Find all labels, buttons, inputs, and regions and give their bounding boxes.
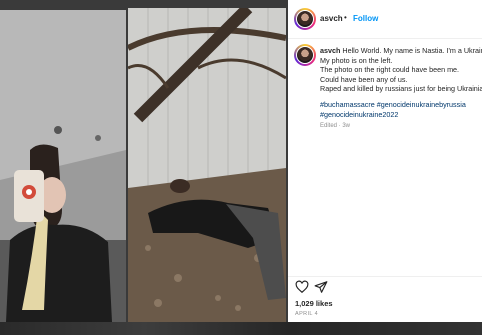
post-media[interactable]	[0, 0, 288, 322]
post-header: asvch • Follow	[288, 0, 482, 39]
post-date: APRIL 4	[295, 311, 319, 317]
heart-icon[interactable]	[295, 280, 309, 294]
actions-bar: 1,029 likes APRIL 4	[288, 276, 482, 323]
photo-right-scene	[128, 8, 286, 322]
edited-timestamp: Edited · 3w	[320, 123, 351, 129]
separator-dot: •	[344, 13, 347, 22]
header-username[interactable]: asvch	[320, 14, 343, 23]
post-side-panel: asvch • Follow asvch Hello World. My nam…	[288, 0, 482, 322]
instagram-post: asvch • Follow asvch Hello World. My nam…	[0, 0, 482, 322]
caption-line: The photo on the right could have been m…	[320, 65, 460, 75]
caption-line: Hello World. My name is Nastia. I'm a Uk…	[342, 46, 482, 55]
caption-avatar[interactable]	[294, 44, 316, 66]
share-icon[interactable]	[314, 280, 328, 294]
avatar[interactable]	[294, 8, 316, 30]
caption-line: Raped and killed by russians just for be…	[320, 84, 482, 94]
background-strip	[0, 322, 482, 335]
caption-line: Could have been any of us.	[320, 74, 408, 84]
likes-count[interactable]: 1,029 likes	[295, 299, 333, 308]
caption-text: asvch Hello World. My name is Nastia. I'…	[320, 46, 482, 119]
hashtag-link[interactable]: #buchamassacre #genocideinukrainebyrussi…	[320, 100, 482, 110]
follow-button[interactable]: Follow	[353, 14, 378, 23]
caption-username[interactable]: asvch	[320, 46, 340, 55]
photo-left-selfie	[0, 10, 126, 322]
caption-line: My photo is on the left.	[320, 55, 393, 65]
hashtag-link[interactable]: #genocideinukraine2022	[320, 110, 482, 120]
